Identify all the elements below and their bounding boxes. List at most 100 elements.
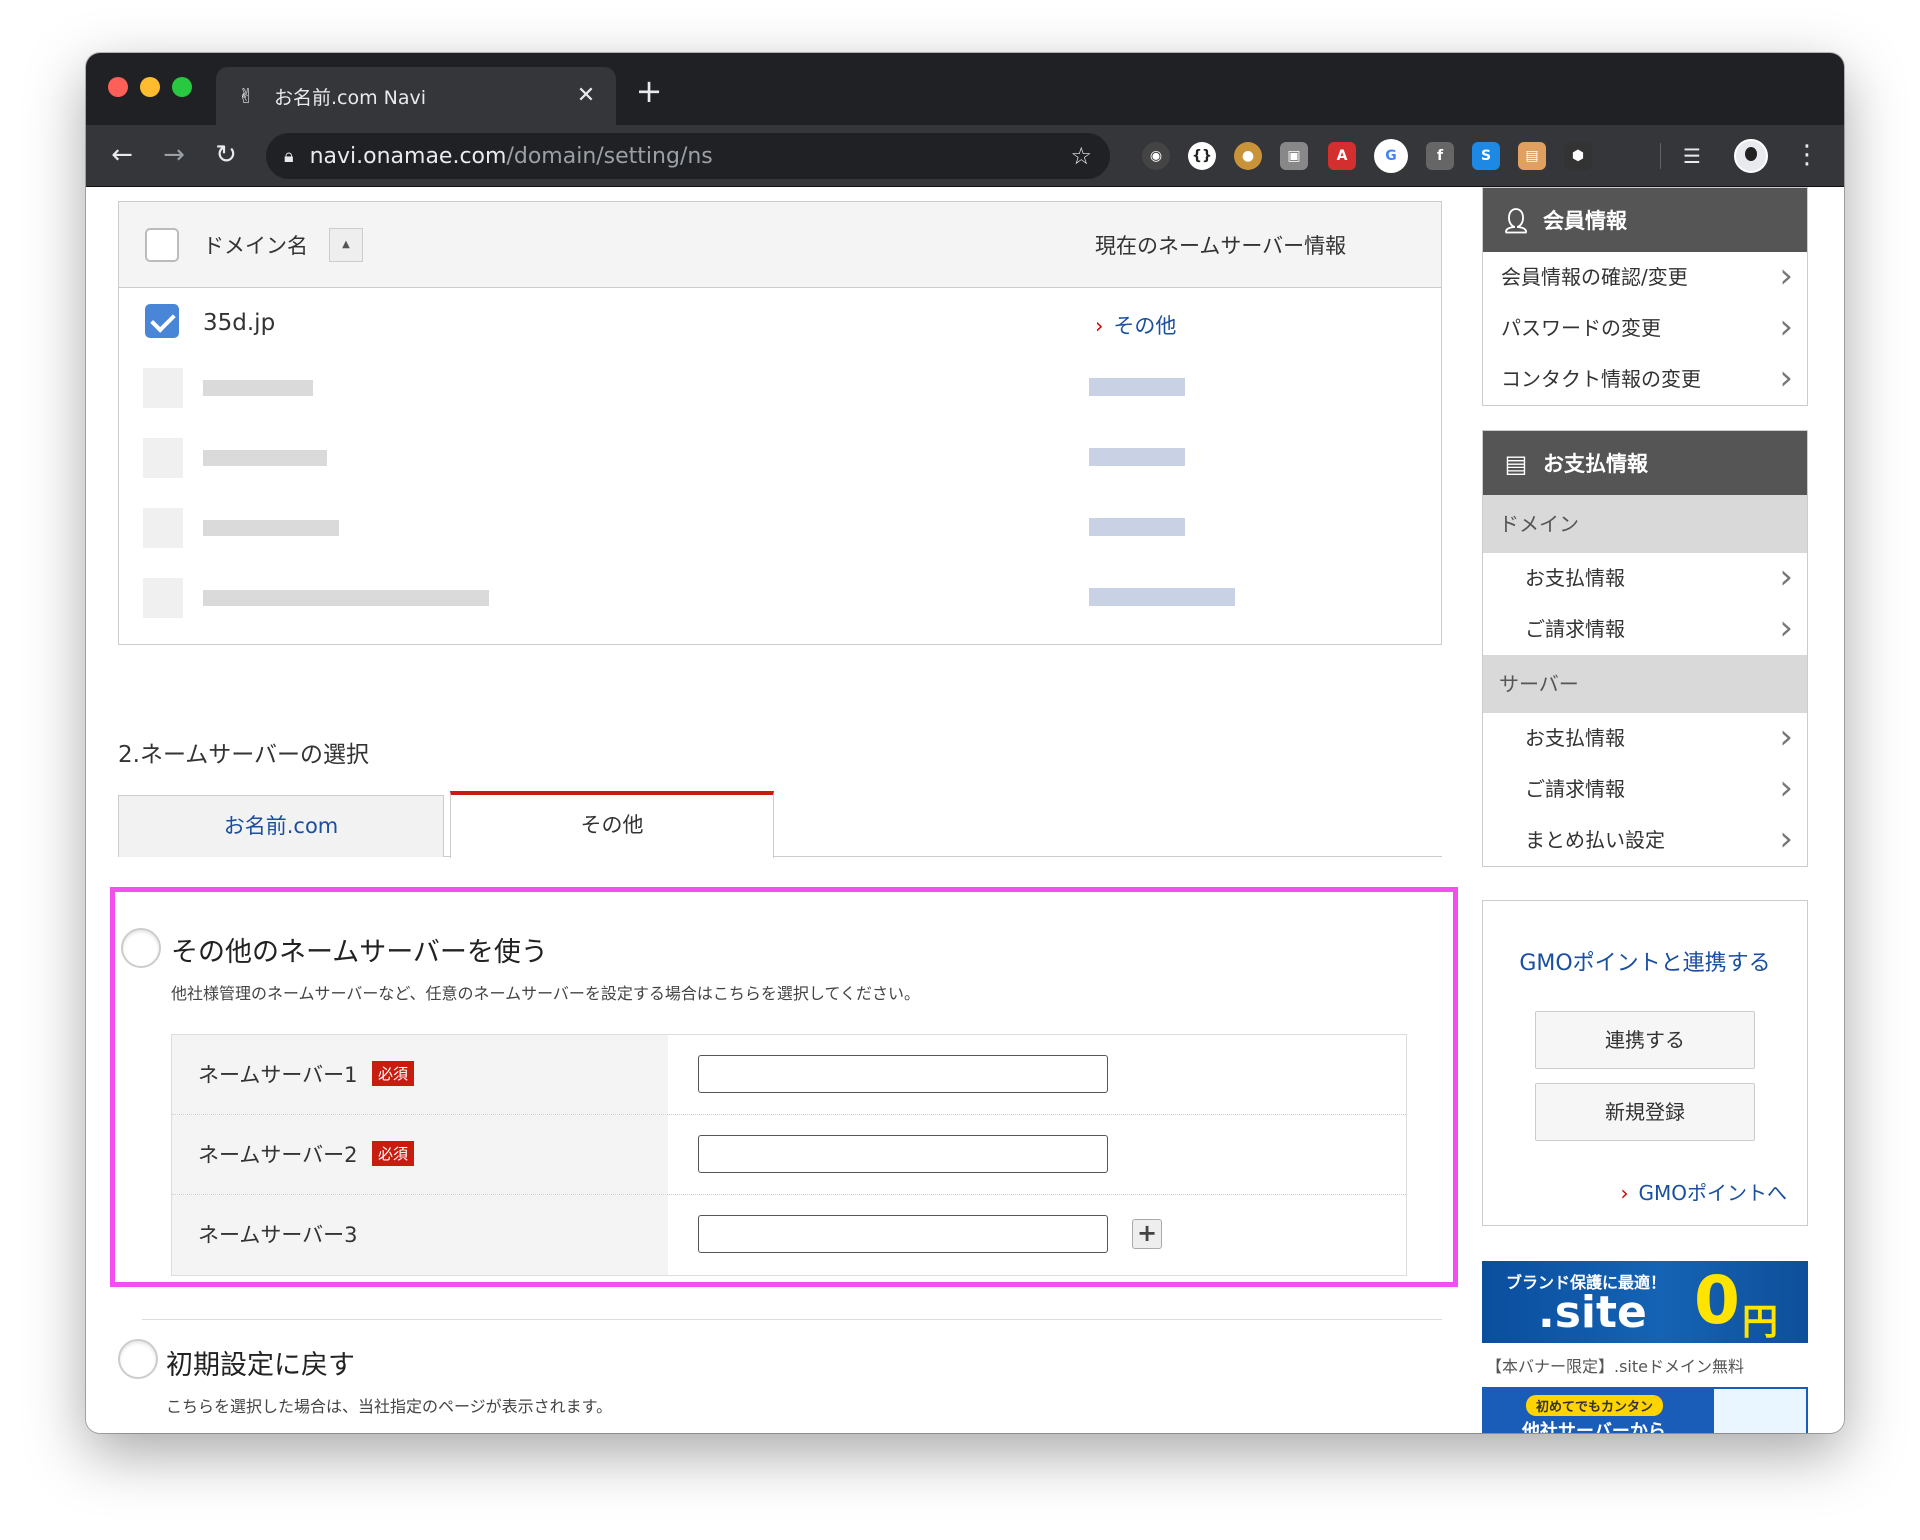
browser-tab[interactable]: ✌ お名前.com Navi ✕ — [216, 67, 616, 125]
table-row[interactable]: 35d.jp その他 — [119, 288, 1441, 358]
blurred-checkbox — [143, 438, 183, 478]
banner-caption: 【本バナー限定】.siteドメイン無料 — [1486, 1357, 1744, 1376]
domain-name: 35d.jp — [203, 310, 276, 336]
stylus-icon[interactable]: S — [1472, 142, 1500, 170]
payment-group-domain: ドメイン — [1483, 495, 1807, 553]
server-billing-link[interactable]: ご請求情報 — [1483, 764, 1807, 815]
reload-icon[interactable]: ↻ — [210, 139, 242, 171]
tab-onamae[interactable]: お名前.com — [118, 795, 444, 857]
highlight-box: その他のネームサーバーを使う 他社様管理のネームサーバーなど、任意のネームサーバ… — [110, 887, 1458, 1287]
ns-row-1: ネームサーバー1 必須 — [172, 1035, 1406, 1115]
blurred-checkbox — [143, 508, 183, 548]
ns-label: ネームサーバー3 — [198, 1223, 358, 1247]
member-panel-header: 👤︎ 会員情報 — [1483, 188, 1807, 252]
member-panel: 👤︎ 会員情報 会員情報の確認/変更 パスワードの変更 コンタクト情報の変更 — [1482, 187, 1808, 406]
facebook-icon[interactable]: f — [1426, 142, 1454, 170]
domain-payment-link[interactable]: お支払情報 — [1483, 553, 1807, 604]
divider — [142, 1319, 1442, 1320]
close-window-button[interactable] — [108, 77, 128, 97]
current-ns-link[interactable]: その他 — [1095, 310, 1176, 340]
minimize-window-button[interactable] — [140, 77, 160, 97]
banner2-main: 他社サーバーから — [1522, 1421, 1666, 1433]
new-tab-button[interactable]: + — [634, 75, 664, 107]
toolbar-separator — [1660, 143, 1661, 169]
column-current-ns: 現在のネームサーバー情報 — [1095, 234, 1347, 258]
row-checkbox[interactable] — [145, 304, 179, 338]
other-ns-radio[interactable] — [121, 928, 161, 968]
server-payment-link[interactable]: お支払情報 — [1483, 713, 1807, 764]
reader-icon[interactable]: ▤ — [1518, 142, 1546, 170]
gmo-link-button[interactable]: 連携する — [1535, 1011, 1755, 1069]
contact-change-link[interactable]: コンタクト情報の変更 — [1483, 354, 1807, 405]
close-tab-icon[interactable]: ✕ — [574, 84, 598, 108]
profile-avatar[interactable] — [1734, 139, 1768, 173]
blurred-ns — [1089, 588, 1235, 606]
blurred-checkbox — [143, 368, 183, 408]
tab-title: お名前.com Navi — [274, 86, 427, 109]
member-panel-title: 会員情報 — [1543, 209, 1627, 233]
default-ns-desc: こちらを選択した場合は、当社指定のページが表示されます。 — [166, 1397, 613, 1416]
address-bar[interactable]: 🔒︎ navi.onamae.com /domain/setting/ns ☆ — [266, 133, 1110, 179]
banner2-illustration — [1714, 1389, 1806, 1433]
gmo-point-link[interactable]: GMOポイントへ — [1621, 1177, 1788, 1206]
adblock-icon[interactable]: ◉ — [1142, 142, 1170, 170]
back-arrow-icon[interactable]: ← — [106, 139, 138, 171]
domain-billing-link[interactable]: ご請求情報 — [1483, 604, 1807, 655]
blurred-ns — [1089, 448, 1185, 466]
blurred-domain — [203, 590, 489, 606]
ns-label: ネームサーバー2 — [198, 1143, 358, 1167]
blurred-domain — [203, 380, 313, 396]
gmo-register-button[interactable]: 新規登録 — [1535, 1083, 1755, 1141]
ns-row-3: ネームサーバー3 + — [172, 1195, 1406, 1275]
default-ns-radio[interactable] — [118, 1339, 158, 1379]
angular-icon[interactable]: A — [1328, 142, 1356, 170]
ns-label-cell: ネームサーバー3 — [172, 1195, 668, 1275]
default-ns-title: 初期設定に戻す — [166, 1350, 355, 1381]
browser-window: ✌ お名前.com Navi ✕ + ← → ↻ 🔒︎ navi.onamae.… — [86, 53, 1844, 1433]
domain-table-header: ドメイン名 ▲ 現在のネームサーバー情報 — [119, 202, 1441, 288]
server-migration-banner[interactable]: 初めてでもカンタン 他社サーバーから — [1482, 1387, 1808, 1433]
page-content: ドメイン名 ▲ 現在のネームサーバー情報 35d.jp その他 — [86, 187, 1844, 1433]
gmo-point-panel: GMOポイントと連携する 連携する 新規登録 GMOポイントへ — [1482, 900, 1808, 1226]
lock-icon: 🔒︎ — [284, 145, 294, 167]
bookmark-star-icon[interactable]: ☆ — [1070, 142, 1092, 170]
tab-other[interactable]: その他 — [450, 791, 774, 858]
onamae-favicon-icon: ✌ — [237, 84, 255, 108]
domain-table: ドメイン名 ▲ 現在のネームサーバー情報 35d.jp その他 — [118, 201, 1442, 645]
required-badge: 必須 — [372, 1061, 415, 1086]
media-queue-icon[interactable]: ☰ — [1678, 142, 1706, 170]
screen-icon[interactable]: ▣ — [1280, 142, 1308, 170]
blurred-row — [119, 498, 1441, 554]
ns1-input[interactable] — [698, 1055, 1108, 1093]
member-info-link[interactable]: 会員情報の確認/変更 — [1483, 252, 1807, 303]
code-icon[interactable]: {} — [1188, 142, 1216, 170]
gmo-title[interactable]: GMOポイントと連携する — [1483, 945, 1807, 977]
payment-panel: ▤ お支払情報 ドメイン お支払情報 ご請求情報 サーバー お支払情報 ご請求情… — [1482, 430, 1808, 867]
payment-group-server: サーバー — [1483, 655, 1807, 713]
google-icon[interactable]: G — [1374, 139, 1408, 173]
ns2-input[interactable] — [698, 1135, 1108, 1173]
site-domain-banner[interactable]: ブランド保護に最適！ .site 0 円 — [1482, 1261, 1808, 1343]
sort-asc-icon[interactable]: ▲ — [329, 228, 363, 262]
other-ns-desc: 他社様管理のネームサーバーなど、任意のネームサーバーを設定する場合はこちらを選択… — [171, 984, 920, 1003]
ns3-input[interactable] — [698, 1215, 1108, 1253]
ns-input-table: ネームサーバー1 必須 ネームサーバー2 必須 ネームサーバー3 + — [171, 1034, 1407, 1276]
browser-menu-icon[interactable]: ⋮ — [1794, 139, 1820, 171]
sidebar: 👤︎ 会員情報 会員情報の確認/変更 パスワードの変更 コンタクト情報の変更 ▤… — [1482, 187, 1808, 1433]
ns-tabs: お名前.com その他 — [118, 791, 1442, 858]
password-change-link[interactable]: パスワードの変更 — [1483, 303, 1807, 354]
required-badge: 必須 — [372, 1141, 415, 1166]
select-all-checkbox[interactable] — [145, 228, 179, 262]
bulk-payment-link[interactable]: まとめ払い設定 — [1483, 815, 1807, 866]
blurred-row — [119, 568, 1441, 624]
banner-site: .site — [1538, 1287, 1647, 1338]
banner2-tag: 初めてでもカンタン — [1526, 1395, 1664, 1416]
ns-label-cell: ネームサーバー1 必須 — [172, 1035, 668, 1114]
shield-icon[interactable]: ⬢ — [1564, 142, 1592, 170]
add-ns-plus-icon[interactable]: + — [1132, 1219, 1162, 1249]
forward-arrow-icon[interactable]: → — [158, 139, 190, 171]
user-icon: 👤︎ — [1501, 207, 1532, 235]
blurred-domain — [203, 520, 339, 536]
maximize-window-button[interactable] — [172, 77, 192, 97]
cookie-icon[interactable]: ● — [1234, 142, 1262, 170]
